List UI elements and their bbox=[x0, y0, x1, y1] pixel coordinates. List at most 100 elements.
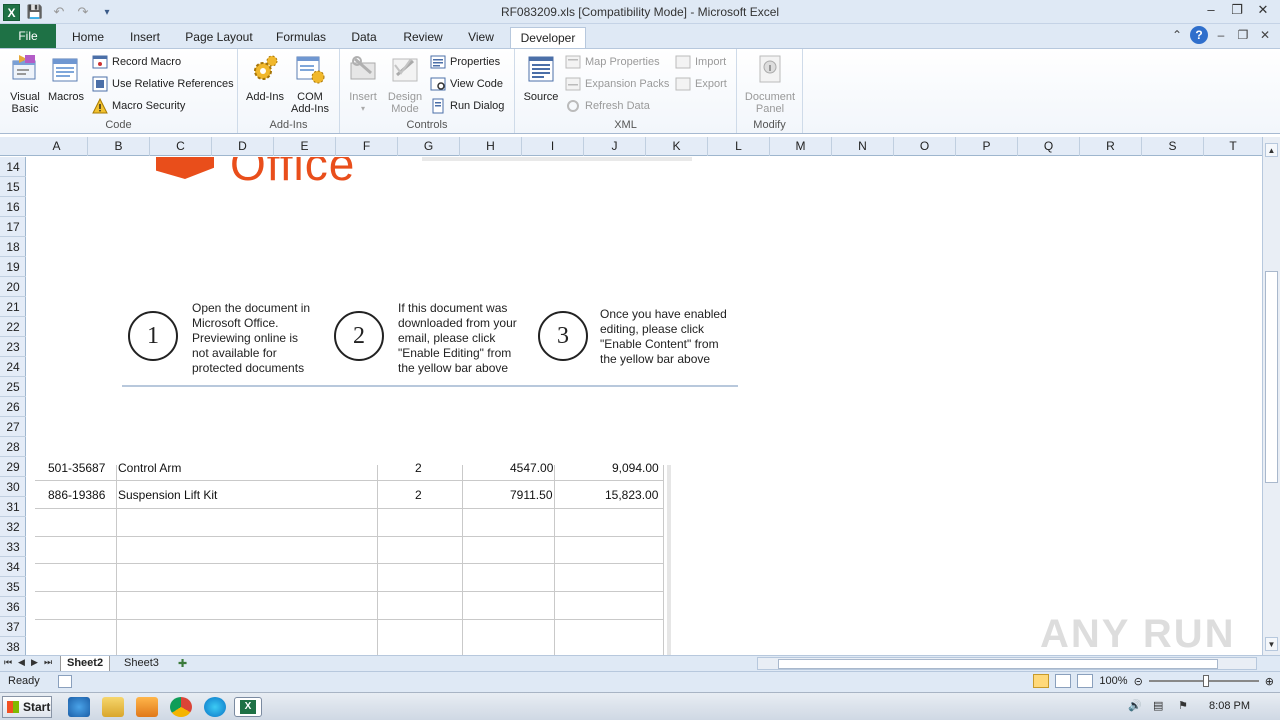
normal-view-button[interactable] bbox=[1033, 674, 1050, 688]
zoom-out-icon[interactable]: ⊝ bbox=[1134, 675, 1143, 688]
sheet-tab-sheet3[interactable]: Sheet3 bbox=[118, 656, 165, 671]
visual-basic-button[interactable]: Visual Basic bbox=[4, 53, 46, 115]
taskbar-clock[interactable]: 8:08 PM bbox=[1209, 700, 1250, 712]
zoom-slider[interactable] bbox=[1148, 675, 1259, 687]
row-header[interactable]: 38 bbox=[0, 637, 26, 657]
column-header-i[interactable]: I bbox=[522, 137, 584, 156]
file-explorer-icon[interactable] bbox=[102, 697, 124, 717]
row-header[interactable]: 28 bbox=[0, 437, 26, 457]
workbook-close-button[interactable]: ✕ bbox=[1256, 26, 1274, 44]
chrome-icon[interactable] bbox=[170, 697, 192, 717]
column-header-l[interactable]: L bbox=[708, 137, 770, 156]
use-relative-references-button[interactable]: Use Relative References bbox=[92, 75, 234, 93]
volume-icon[interactable]: 🔊 bbox=[1128, 699, 1142, 713]
row-header[interactable]: 26 bbox=[0, 397, 26, 417]
import-button[interactable]: Import bbox=[675, 53, 726, 71]
row-header[interactable]: 21 bbox=[0, 297, 26, 317]
close-button[interactable]: ✕ bbox=[1250, 0, 1276, 20]
row-header[interactable]: 17 bbox=[0, 217, 26, 237]
row-header[interactable]: 30 bbox=[0, 477, 26, 497]
page-layout-view-button[interactable] bbox=[1055, 674, 1072, 688]
macro-security-button[interactable]: Macro Security bbox=[92, 97, 185, 115]
row-header[interactable]: 18 bbox=[0, 237, 26, 257]
tab-page-layout[interactable]: Page Layout bbox=[182, 27, 256, 48]
macros-button[interactable]: Macros bbox=[46, 53, 86, 103]
column-header-t[interactable]: T bbox=[1204, 137, 1262, 156]
workbook-minimize-button[interactable]: – bbox=[1212, 26, 1230, 44]
tab-formulas[interactable]: Formulas bbox=[272, 27, 330, 48]
row-header[interactable]: 16 bbox=[0, 197, 26, 217]
horizontal-scrollbar[interactable] bbox=[757, 657, 1257, 670]
zoom-level[interactable]: 100% bbox=[1099, 675, 1127, 687]
network-icon[interactable]: ▤ bbox=[1153, 699, 1167, 713]
row-header[interactable]: 25 bbox=[0, 377, 26, 397]
row-header[interactable]: 24 bbox=[0, 357, 26, 377]
row-header[interactable]: 20 bbox=[0, 277, 26, 297]
unit-price-cell[interactable]: 7911.50 bbox=[510, 488, 553, 502]
document-panel-button[interactable]: Document Panel bbox=[741, 53, 799, 115]
prev-sheet-icon[interactable]: ◀ bbox=[18, 657, 25, 668]
column-header-o[interactable]: O bbox=[894, 137, 956, 156]
row-header[interactable]: 29 bbox=[0, 457, 26, 477]
run-dialog-button[interactable]: Run Dialog bbox=[430, 97, 504, 115]
horizontal-scroll-thumb[interactable] bbox=[778, 659, 1218, 669]
total-cell[interactable]: 15,823.00 bbox=[605, 488, 658, 502]
next-sheet-icon[interactable]: ▶ bbox=[31, 657, 38, 668]
map-properties-button[interactable]: Map Properties bbox=[565, 53, 660, 71]
column-header-n[interactable]: N bbox=[832, 137, 894, 156]
column-header-r[interactable]: R bbox=[1080, 137, 1142, 156]
row-header[interactable]: 23 bbox=[0, 337, 26, 357]
row-header[interactable]: 31 bbox=[0, 497, 26, 517]
row-header[interactable]: 34 bbox=[0, 557, 26, 577]
first-sheet-icon[interactable]: ⏮ bbox=[4, 657, 12, 668]
column-header-e[interactable]: E bbox=[274, 137, 336, 156]
row-header[interactable]: 32 bbox=[0, 517, 26, 537]
start-button[interactable]: Start bbox=[2, 696, 52, 718]
total-cell[interactable]: 9,094.00 bbox=[612, 461, 659, 475]
column-header-b[interactable]: B bbox=[88, 137, 150, 156]
scroll-up-icon[interactable]: ▲ bbox=[1265, 143, 1278, 157]
part-number-cell[interactable]: 886-19386 bbox=[48, 488, 105, 502]
column-header-p[interactable]: P bbox=[956, 137, 1018, 156]
row-header[interactable]: 15 bbox=[0, 177, 26, 197]
internet-explorer-icon[interactable] bbox=[68, 697, 90, 717]
export-button[interactable]: Export bbox=[675, 75, 727, 93]
column-header-d[interactable]: D bbox=[212, 137, 274, 156]
macro-recording-icon[interactable] bbox=[58, 675, 72, 688]
row-header[interactable]: 22 bbox=[0, 317, 26, 337]
description-cell[interactable]: Suspension Lift Kit bbox=[118, 488, 217, 502]
column-header-k[interactable]: K bbox=[646, 137, 708, 156]
column-header-s[interactable]: S bbox=[1142, 137, 1204, 156]
expansion-packs-button[interactable]: Expansion Packs bbox=[565, 75, 669, 93]
tab-home[interactable]: Home bbox=[66, 27, 110, 48]
last-sheet-icon[interactable]: ⏭ bbox=[44, 657, 52, 668]
minimize-ribbon-icon[interactable]: ⌃ bbox=[1168, 26, 1186, 44]
record-macro-button[interactable]: Record Macro bbox=[92, 53, 181, 71]
column-header-a[interactable]: A bbox=[26, 137, 88, 156]
zoom-in-icon[interactable]: ⊕ bbox=[1265, 675, 1274, 688]
help-icon[interactable]: ? bbox=[1190, 26, 1208, 44]
row-header[interactable]: 19 bbox=[0, 257, 26, 277]
row-header[interactable]: 33 bbox=[0, 537, 26, 557]
properties-button[interactable]: Properties bbox=[430, 53, 500, 71]
column-header-m[interactable]: M bbox=[770, 137, 832, 156]
vertical-scroll-thumb[interactable] bbox=[1265, 271, 1278, 483]
insert-control-button[interactable]: Insert ▾ bbox=[344, 53, 382, 115]
scroll-down-icon[interactable]: ▼ bbox=[1265, 637, 1278, 651]
tab-data[interactable]: Data bbox=[344, 27, 384, 48]
column-header-h[interactable]: H bbox=[460, 137, 522, 156]
media-player-icon[interactable] bbox=[136, 697, 158, 717]
com-addins-button[interactable]: COM Add-Ins bbox=[288, 53, 332, 115]
minimize-button[interactable]: – bbox=[1198, 0, 1224, 20]
zoom-slider-knob[interactable] bbox=[1202, 675, 1209, 687]
part-number-cell[interactable]: 501-35687 bbox=[48, 461, 105, 475]
quantity-cell[interactable]: 2 bbox=[415, 461, 422, 475]
unit-price-cell[interactable]: 4547.00 bbox=[510, 461, 553, 475]
column-header-f[interactable]: F bbox=[336, 137, 398, 156]
row-header[interactable]: 36 bbox=[0, 597, 26, 617]
sheet-tab-sheet2[interactable]: Sheet2 bbox=[60, 656, 111, 671]
view-code-button[interactable]: View Code bbox=[430, 75, 503, 93]
row-header[interactable]: 35 bbox=[0, 577, 26, 597]
source-button[interactable]: Source bbox=[521, 53, 561, 103]
tab-review[interactable]: Review bbox=[398, 27, 448, 48]
